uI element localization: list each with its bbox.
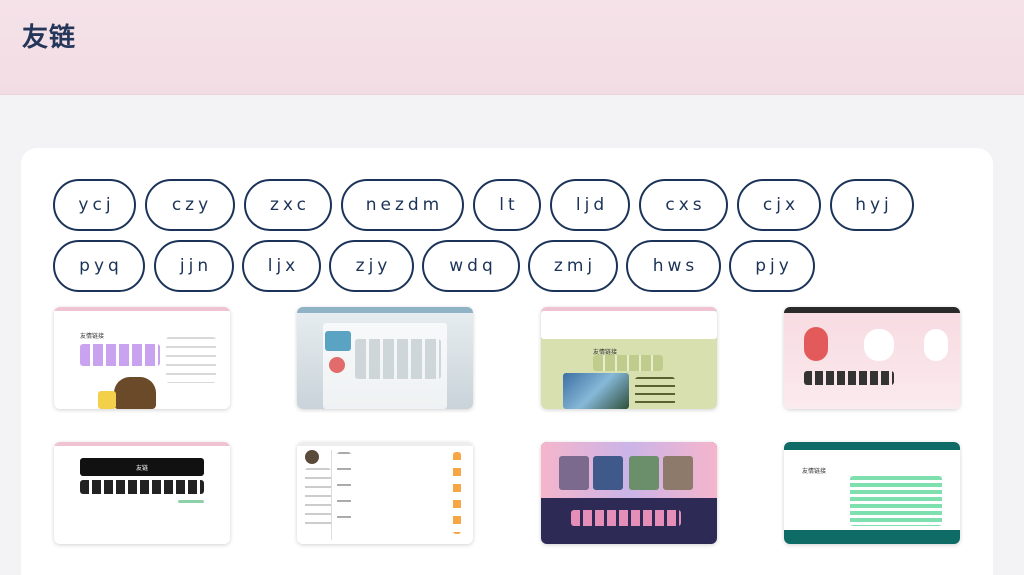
- link-pyq[interactable]: pyq: [53, 240, 145, 292]
- link-zmj[interactable]: zmj: [528, 240, 618, 292]
- site-preview-5[interactable]: 友链: [54, 442, 230, 544]
- preview-illustration: [114, 377, 156, 409]
- link-nezdm[interactable]: nezdm: [341, 179, 464, 231]
- site-preview-3[interactable]: 友情链接: [541, 307, 717, 409]
- link-ljx[interactable]: ljx: [242, 240, 321, 292]
- link-cjx[interactable]: cjx: [737, 179, 821, 231]
- link-hyj[interactable]: hyj: [830, 179, 914, 231]
- preview-tag-cloud: [355, 339, 441, 379]
- preview-avatar: [325, 331, 351, 351]
- preview-top-bar: [784, 307, 960, 313]
- preview-character: [924, 329, 948, 361]
- preview-top-bar: [297, 442, 473, 446]
- link-hws[interactable]: hws: [626, 240, 721, 292]
- preview-top-bar: [784, 442, 960, 450]
- link-ycj[interactable]: ycj: [53, 179, 136, 231]
- preview-caption: 友情链接: [802, 469, 827, 475]
- preview-list: [337, 452, 351, 532]
- preview-caption: 友情链接: [80, 334, 105, 340]
- link-cxs[interactable]: cxs: [639, 179, 728, 231]
- link-lt[interactable]: lt: [473, 179, 541, 231]
- preview-badge: [329, 357, 345, 373]
- preview-tag-cloud: [80, 344, 160, 366]
- preview-tag-cloud: [593, 355, 663, 371]
- page-header: 友链: [0, 0, 1024, 95]
- preview-caption: 友链: [136, 466, 149, 472]
- preview-top-bar: [297, 307, 473, 313]
- link-wdq[interactable]: wdq: [422, 240, 520, 292]
- site-preview-4[interactable]: [784, 307, 960, 409]
- preview-divider: [331, 450, 332, 540]
- preview-top-bar: [54, 307, 230, 311]
- preview-card: [629, 456, 659, 490]
- preview-sidebar: [305, 468, 331, 528]
- links-card: ycj czy zxc nezdm lt ljd cxs cjx hyj pyq…: [21, 148, 993, 575]
- preview-icons: [453, 452, 461, 534]
- preview-top-bar: [54, 442, 230, 446]
- preview-avatar: [305, 450, 319, 464]
- site-preview-8[interactable]: 友情链接: [784, 442, 960, 544]
- preview-card: [559, 456, 589, 490]
- link-pjy[interactable]: pjy: [729, 240, 815, 292]
- link-czy[interactable]: czy: [145, 179, 235, 231]
- preview-text-lines: [635, 377, 675, 405]
- preview-sticky-note: [98, 391, 116, 409]
- site-preview-2[interactable]: [297, 307, 473, 409]
- preview-tag-cloud: [804, 371, 894, 385]
- preview-tag-cloud: [571, 510, 681, 526]
- page-title: 友链: [22, 23, 77, 53]
- preview-card: [593, 456, 623, 490]
- preview-tag-cloud: [80, 480, 204, 494]
- site-preview-1[interactable]: 友情链接: [54, 307, 230, 409]
- preview-character: [804, 327, 828, 361]
- preview-card: [663, 456, 693, 490]
- link-zjy[interactable]: zjy: [329, 240, 414, 292]
- preview-navbar: [541, 311, 717, 339]
- preview-text-lines: [166, 337, 216, 383]
- preview-footer-link: [178, 500, 204, 503]
- site-preview-7[interactable]: [541, 442, 717, 544]
- preview-footer: [784, 530, 960, 544]
- link-jjn[interactable]: jjn: [154, 240, 234, 292]
- link-ljd[interactable]: ljd: [550, 179, 630, 231]
- site-preview-6[interactable]: [297, 442, 473, 544]
- preview-character: [864, 329, 894, 361]
- preview-link-list: [850, 476, 942, 526]
- preview-photo: [563, 373, 629, 409]
- link-zxc[interactable]: zxc: [244, 179, 332, 231]
